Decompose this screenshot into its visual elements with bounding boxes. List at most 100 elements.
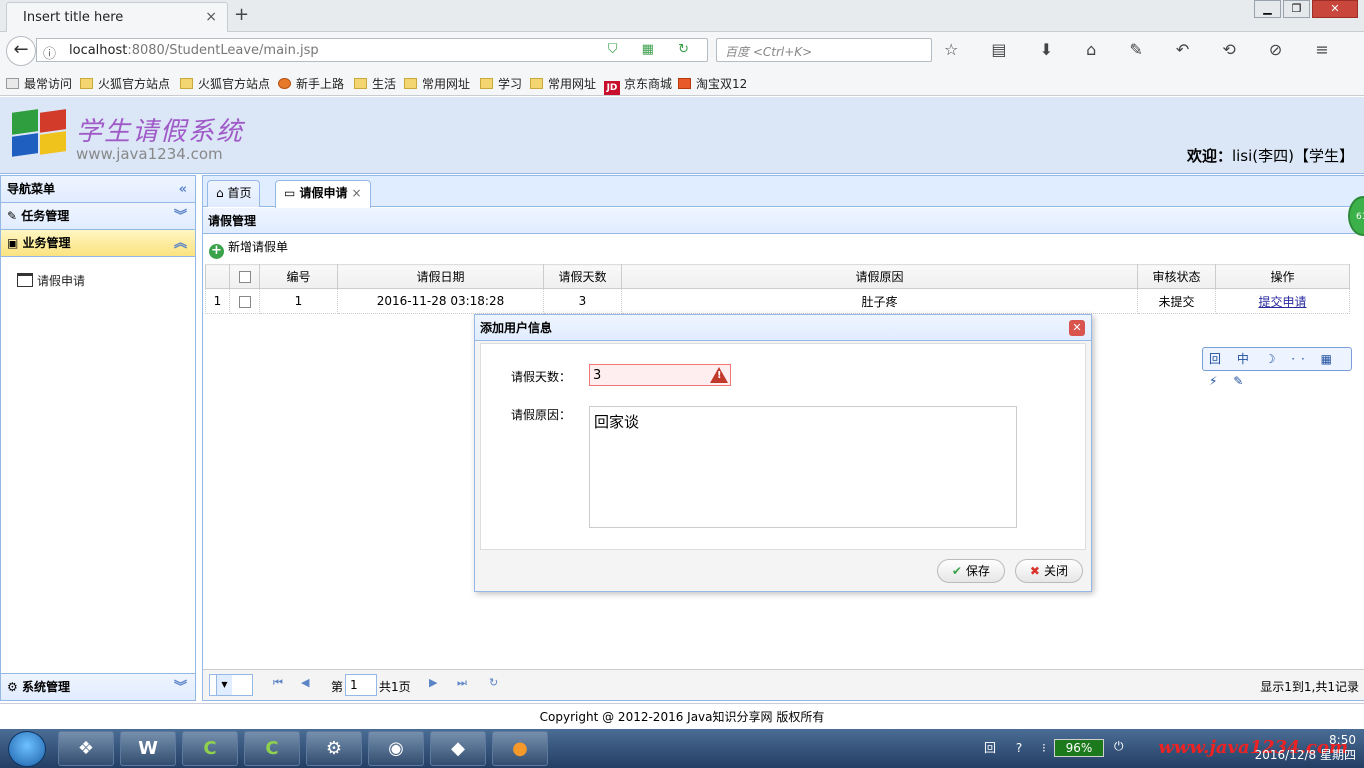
- col-status: 审核状态: [1137, 264, 1216, 289]
- taskbar-app-icon[interactable]: ⚙: [306, 731, 362, 766]
- calendar-icon: ▭: [284, 186, 300, 200]
- clock[interactable]: 8:50 2016/12/8 星期四: [1255, 733, 1356, 763]
- first-page-icon[interactable]: ⏮: [273, 676, 283, 690]
- url-bar[interactable]: ⓘ localhost:8080/StudentLeave/main.jsp ⛉…: [36, 38, 708, 62]
- system-tray: 回 ? ⁝ 96% ⏻ www.java1234.com 8:50 2016/12…: [984, 729, 1364, 768]
- url-path: :8080/StudentLeave/main.jsp: [127, 43, 319, 58]
- col-id: 编号: [259, 264, 338, 289]
- taskbar-app-icon[interactable]: ◆: [430, 731, 486, 766]
- close-icon[interactable]: ×: [352, 186, 362, 200]
- tab-home[interactable]: ⌂ 首页: [207, 180, 261, 207]
- shield-icon[interactable]: ⛉ ▦ ↻: [608, 42, 699, 57]
- taskbar-app-icon[interactable]: W: [120, 731, 176, 766]
- search-placeholder: 百度 <Ctrl+K>: [725, 45, 813, 59]
- bookmark-item[interactable]: 火狐官方站点: [180, 75, 270, 92]
- bookmark-item[interactable]: 常用网址: [530, 75, 596, 92]
- welcome-text: 欢迎：lisi(李四)【学生】: [1186, 147, 1354, 165]
- bookmark-item[interactable]: 学习: [480, 75, 522, 92]
- battery-indicator[interactable]: 96%: [1054, 739, 1104, 757]
- close-window-icon[interactable]: ✕: [1312, 0, 1358, 18]
- taskbar-app-icon[interactable]: C: [182, 731, 238, 766]
- close-icon[interactable]: ✕: [1069, 320, 1085, 336]
- days-input[interactable]: 3 !: [589, 364, 731, 386]
- bookmark-item[interactable]: 生活: [354, 75, 396, 92]
- col-reason: 请假原因: [621, 264, 1138, 289]
- nav-section-system[interactable]: ⚙ 系统管理 ︾: [1, 673, 195, 700]
- window-controls: ▁ ❐ ✕: [1254, 0, 1358, 18]
- select-all-checkbox[interactable]: [229, 264, 260, 289]
- close-button[interactable]: ✖ 关闭: [1014, 559, 1083, 583]
- url-host: localhost: [69, 43, 128, 58]
- check-icon: ✔: [951, 564, 962, 578]
- row-status: 未提交: [1137, 288, 1216, 314]
- toolbar-icons[interactable]: ☆ ▤ ⬇ ⌂ ✎ ↶ ⟲ ⊘ ≡: [944, 40, 1343, 59]
- dialog-buttons: ✔ 保存 ✖ 关闭: [936, 559, 1083, 583]
- close-tab-icon[interactable]: ×: [205, 9, 217, 25]
- page-size-select[interactable]: 10▼: [209, 674, 253, 696]
- left-nav: 导航菜单 « ✎ 任务管理 ︾ ▣ 业务管理 ︽ 请假申请 ⚙ 系统管理 ︾: [0, 175, 196, 701]
- chevron-down-icon[interactable]: ︾: [174, 674, 187, 701]
- tray-icons[interactable]: 回 ? ⁝: [984, 739, 1054, 756]
- col-action: 操作: [1215, 264, 1350, 289]
- logo-icon: [12, 109, 66, 157]
- reason-textarea[interactable]: 回家谈: [589, 406, 1017, 528]
- bookmark-item[interactable]: 火狐官方站点: [80, 75, 170, 92]
- row-id: 1: [259, 288, 338, 314]
- prev-page-icon[interactable]: ◀: [301, 676, 309, 689]
- cross-icon: ✖: [1029, 564, 1040, 578]
- power-icon[interactable]: ⏻: [1114, 739, 1124, 754]
- search-bar[interactable]: 百度 <Ctrl+K>: [716, 38, 932, 62]
- bookmark-item[interactable]: 最常访问: [6, 75, 72, 92]
- bookmark-item[interactable]: 新手上路: [278, 75, 344, 92]
- add-dialog: 添加用户信息 ✕ 请假天数： 3 ! 请假原因： 回家谈 ✔ 保存 ✖ 关闭: [474, 314, 1092, 592]
- firefox-icon[interactable]: ●: [492, 731, 548, 766]
- calendar-icon: [17, 273, 33, 287]
- collapse-icon[interactable]: «: [179, 176, 187, 203]
- tab-strip: ⌂ 首页 ▭ 请假申请 ×: [203, 176, 1364, 208]
- page-number-input[interactable]: 1: [345, 674, 377, 696]
- add-leave-button[interactable]: + 新增请假单: [209, 238, 288, 259]
- table-row[interactable]: 1 1 2016-11-28 03:18:28 3 肚子疼 未提交 提交申请: [205, 288, 1350, 314]
- gear-icon: ⚙: [7, 680, 22, 694]
- sidebar-item-leave-request[interactable]: 请假申请: [17, 272, 85, 289]
- refresh-icon[interactable]: ↻: [489, 676, 498, 689]
- row-index: 1: [205, 288, 230, 314]
- nav-section-task[interactable]: ✎ 任务管理 ︾: [1, 203, 195, 230]
- back-button[interactable]: ←: [6, 36, 36, 66]
- new-tab-icon[interactable]: +: [234, 4, 249, 25]
- chevron-down-icon[interactable]: ▼: [216, 675, 232, 695]
- submit-request-link[interactable]: 提交申请: [1258, 295, 1306, 309]
- reason-label: 请假原因：: [511, 408, 572, 422]
- maximize-icon[interactable]: ❐: [1283, 0, 1310, 18]
- nav-section-business[interactable]: ▣ 业务管理 ︽: [1, 230, 195, 257]
- taskbar-app-icon[interactable]: C: [244, 731, 300, 766]
- next-page-icon[interactable]: ▶: [429, 676, 437, 689]
- add-icon: +: [209, 244, 224, 259]
- days-label: 请假天数：: [511, 370, 572, 384]
- bookmark-item[interactable]: 淘宝双12: [678, 75, 747, 92]
- tab-leave-request[interactable]: ▭ 请假申请 ×: [275, 180, 371, 208]
- last-page-icon[interactable]: ⏭: [457, 676, 467, 690]
- bookmark-item[interactable]: JD 京东商城: [604, 75, 672, 95]
- url-text[interactable]: localhost:8080/StudentLeave/main.jsp: [69, 43, 319, 58]
- chrome-icon[interactable]: ◉: [368, 731, 424, 766]
- browser-tab-title: Insert title here: [23, 10, 124, 25]
- save-button[interactable]: ✔ 保存: [936, 559, 1005, 583]
- info-icon[interactable]: ⓘ: [43, 43, 56, 62]
- row-reason: 肚子疼: [621, 288, 1138, 314]
- start-button[interactable]: [8, 731, 46, 767]
- chevron-down-icon[interactable]: ︾: [174, 203, 187, 230]
- bookmarks-bar: 最常访问 火狐官方站点 火狐官方站点 新手上路 生活 常用网址 学习 常用网址 …: [0, 68, 1364, 96]
- dialog-title: 添加用户信息 ✕: [475, 315, 1091, 341]
- chevron-up-icon[interactable]: ︽: [174, 230, 187, 257]
- row-checkbox[interactable]: [229, 288, 260, 314]
- ime-toolbar[interactable]: 回 中 ☽ ·· ▦ ⚡ ✎: [1202, 347, 1352, 388]
- bookmark-item[interactable]: 常用网址: [404, 75, 470, 92]
- app-subtitle: www.java1234.com: [76, 145, 223, 163]
- minimize-icon[interactable]: ▁: [1254, 0, 1281, 18]
- taskbar-app-icon[interactable]: ❖: [58, 731, 114, 766]
- browser-tab[interactable]: Insert title here ×: [6, 2, 228, 32]
- users-icon: ▣: [7, 236, 23, 250]
- col-days: 请假天数: [543, 264, 622, 289]
- home-icon: ⌂: [216, 186, 228, 200]
